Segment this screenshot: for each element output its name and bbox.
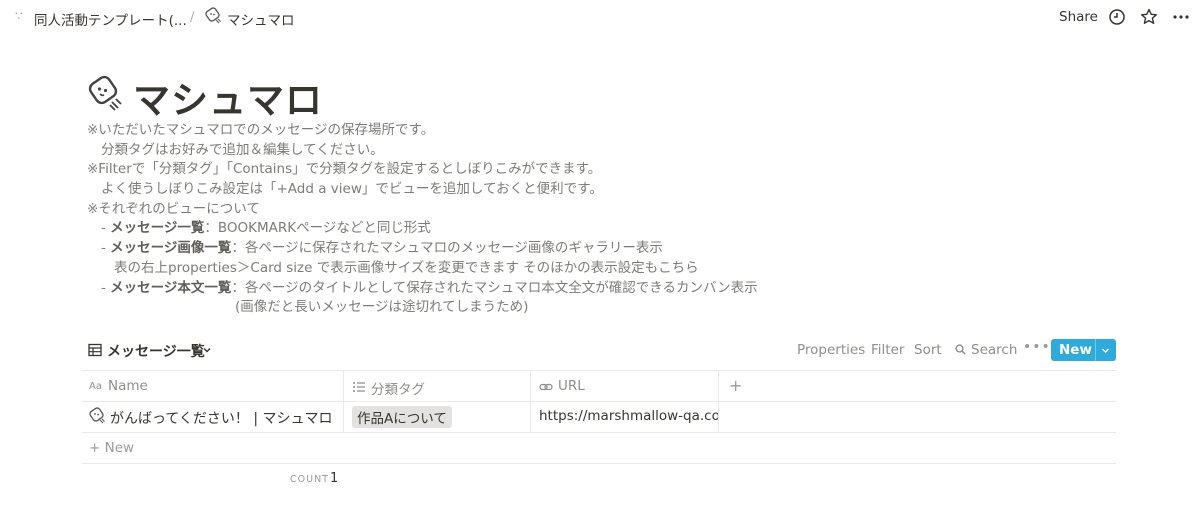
table-icon[interactable] bbox=[88, 343, 102, 357]
page-title[interactable]: マシュマロ bbox=[133, 70, 323, 124]
desc-text: ：各ページのタイトルとして保存されたマシュマロ本文全文が確認できるカンバン表示 bbox=[231, 279, 758, 296]
properties-button[interactable]: Properties bbox=[797, 342, 865, 358]
star-icon[interactable] bbox=[1139, 7, 1159, 27]
column-header-tag[interactable]: 分類タグ bbox=[371, 378, 425, 398]
desc-line: ※それぞれのビューについて bbox=[87, 200, 260, 217]
desc-bullet: - bbox=[101, 240, 111, 257]
breadcrumb-current[interactable]: マシュマロ bbox=[227, 9, 295, 29]
desc-line: - メッセージ本文一覧：各ページのタイトルとして保存されたマシュマロ本文全文が確… bbox=[87, 279, 887, 299]
desc-bold: メッセージ画像一覧 bbox=[110, 240, 232, 257]
column-divider[interactable] bbox=[718, 370, 719, 432]
desc-text: ：BOOKMARKページなどと同じ形式 bbox=[204, 220, 431, 237]
plus-icon: + bbox=[89, 440, 105, 456]
desc-bullet: - bbox=[101, 220, 111, 237]
table-header-border bbox=[82, 401, 1116, 402]
desc-line: ※いただいたマシュマロでのメッセージの保存場所です。 bbox=[87, 122, 435, 138]
top-bar: ∵ 同人活動テンプレート(... / マシュマロ Share bbox=[0, 0, 1200, 36]
view-tab-message-list[interactable]: メッセージ一覧 bbox=[107, 341, 205, 361]
new-button[interactable]: New bbox=[1051, 339, 1116, 361]
desc-line: 表の右上properties＞Card size で表示画像サイズを変更できます… bbox=[114, 259, 699, 276]
desc-line: - メッセージ画像一覧：各ページに保存されたマシュマロのメッセージ画像のギャラリ… bbox=[87, 239, 887, 259]
row-url[interactable]: https://marshmallow-qa.com/m bbox=[539, 408, 718, 424]
chevron-down-icon[interactable] bbox=[202, 345, 212, 355]
desc-bold: メッセージ一覧 bbox=[110, 220, 205, 237]
desc-text: ：各ページに保存されたマシュマロのメッセージ画像のギャラリー表示 bbox=[231, 240, 663, 257]
filter-button[interactable]: Filter bbox=[871, 342, 904, 358]
page-description: ※いただいたマシュマロでのメッセージの保存場所です。 分類タグはお好みで追加＆編… bbox=[87, 121, 887, 318]
marshmallow-page-icon bbox=[205, 7, 221, 24]
table-row-border bbox=[82, 432, 1116, 433]
desc-bullet: - bbox=[101, 279, 111, 296]
search-icon[interactable] bbox=[955, 344, 966, 355]
add-row-button[interactable]: + New bbox=[89, 440, 134, 456]
desc-line: 分類タグはお好みで追加＆編集してください。 bbox=[101, 141, 384, 158]
marshmallow-row-icon bbox=[89, 407, 105, 424]
column-divider[interactable] bbox=[530, 370, 531, 432]
desc-line: ※Filterで「分類タグ」「Contains」で分類タグを設定するとしぼりこみ… bbox=[87, 161, 602, 178]
column-header-name[interactable]: Name bbox=[108, 378, 148, 394]
breadcrumb-separator: / bbox=[190, 9, 195, 25]
view-more-icon[interactable]: ••• bbox=[1023, 339, 1051, 355]
chevron-down-icon[interactable] bbox=[1101, 346, 1110, 355]
search-button[interactable]: Search bbox=[971, 342, 1017, 358]
new-button-divider bbox=[1095, 339, 1096, 361]
breadcrumb-parent[interactable]: 同人活動テンプレート(... bbox=[34, 9, 187, 29]
desc-line: (画像だと長いメッセージは途切れてしまうため) bbox=[235, 299, 529, 316]
count-label[interactable]: COUNT bbox=[290, 474, 329, 485]
column-divider[interactable] bbox=[343, 370, 344, 432]
desc-bold: メッセージ本文一覧 bbox=[110, 279, 232, 296]
table-top-border bbox=[82, 370, 1116, 371]
count-value: 1 bbox=[330, 471, 339, 486]
tag-badge[interactable]: 作品Aについて bbox=[352, 406, 452, 428]
desc-line: よく使うしぼりこみ設定は「+Add a view」でビューを追加しておくと便利で… bbox=[101, 181, 603, 198]
share-button[interactable]: Share bbox=[1059, 9, 1098, 25]
clock-icon[interactable] bbox=[1107, 7, 1127, 27]
link-icon bbox=[539, 383, 553, 391]
add-row-label: New bbox=[104, 440, 135, 456]
marshmallow-icon[interactable] bbox=[86, 75, 124, 113]
workspace-icon[interactable]: ∵ bbox=[15, 9, 27, 23]
column-header-url[interactable]: URL bbox=[558, 378, 585, 394]
desc-line: - メッセージ一覧：BOOKMARKページなどと同じ形式 bbox=[87, 219, 887, 239]
add-property-icon[interactable]: + bbox=[729, 376, 742, 395]
list-icon bbox=[353, 382, 365, 392]
new-button-label: New bbox=[1059, 342, 1092, 358]
row-title[interactable]: がんばってください！ | マシュマロ bbox=[110, 408, 333, 428]
table-bottom-border bbox=[82, 463, 1116, 464]
sort-button[interactable]: Sort bbox=[914, 342, 942, 358]
title-aa-icon: Aa bbox=[89, 381, 102, 392]
more-icon[interactable] bbox=[1171, 7, 1191, 27]
